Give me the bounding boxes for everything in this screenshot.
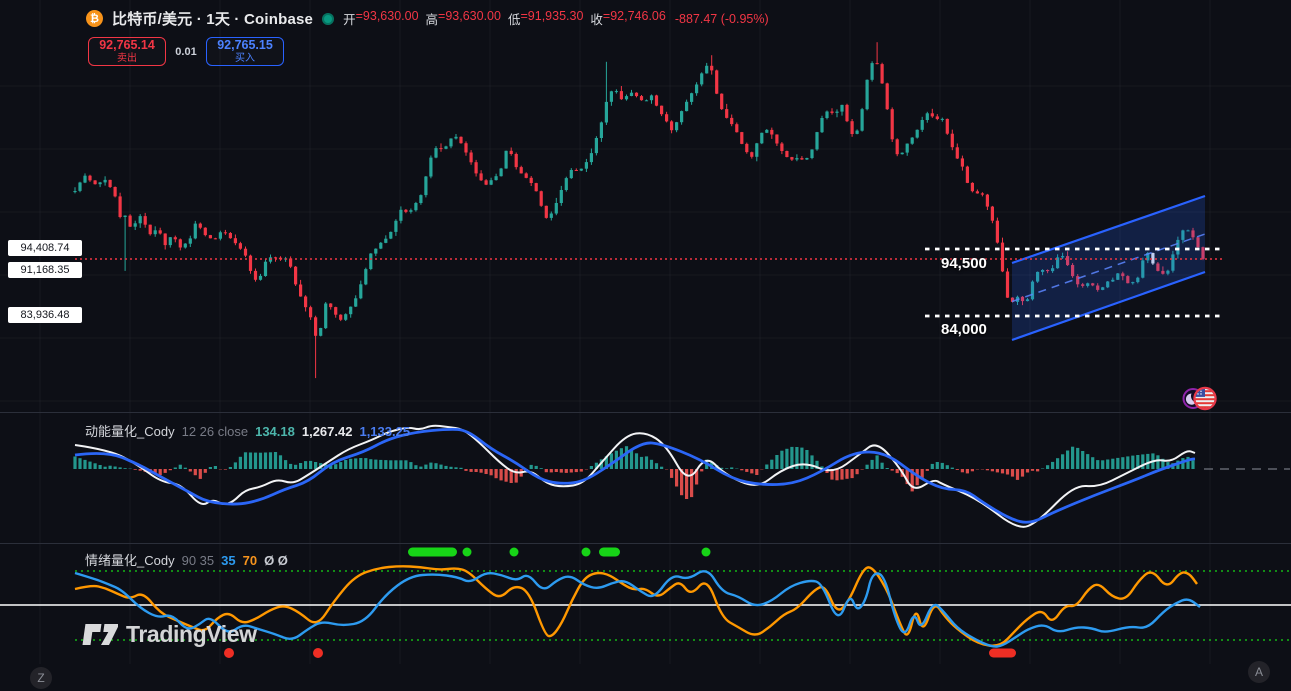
high-value: =93,630.00 bbox=[438, 9, 501, 28]
sell-label: 卖出 bbox=[117, 53, 137, 64]
sentiment-pane-header: 情绪量化_Cody 90 35 35 70 Ø Ø bbox=[85, 550, 288, 569]
tradingview-logo[interactable]: TradingView bbox=[82, 620, 257, 648]
buy-price: 92,765.15 bbox=[217, 39, 273, 53]
order-panel: 92,765.14 卖出 0.01 92,765.15 买入 bbox=[88, 37, 284, 66]
signal-line bbox=[75, 429, 1195, 522]
buy-label: 买入 bbox=[235, 53, 255, 64]
ohlc-readout: 开=93,630.00 高=93,630.00 低=91,935.30 收=92… bbox=[343, 9, 666, 28]
momentum-macd-value: 1,267.42 bbox=[302, 424, 353, 439]
lower-level-label: 84,000 bbox=[941, 321, 987, 338]
hotkey-badge-a[interactable]: A bbox=[1248, 661, 1270, 683]
momentum-title[interactable]: 动能量化_Cody bbox=[85, 421, 175, 440]
momentum-params: 12 26 close bbox=[182, 424, 249, 439]
high-label: 高 bbox=[426, 9, 439, 28]
tradingview-logo-text: TradingView bbox=[126, 621, 257, 648]
price-alert-tag[interactable]: 94,408.74 bbox=[8, 240, 82, 256]
macd-line bbox=[75, 426, 1195, 527]
signal-markers bbox=[224, 548, 1016, 659]
momentum-histogram bbox=[73, 446, 1194, 499]
hotkey-badge-z[interactable]: Z bbox=[30, 667, 52, 689]
sentiment-param-blue: 35 bbox=[221, 553, 235, 568]
price-alert-tag[interactable]: 91,168.35 bbox=[8, 262, 82, 278]
open-label: 开 bbox=[343, 9, 356, 28]
sell-price: 92,765.14 bbox=[99, 39, 155, 53]
market-status-icon[interactable] bbox=[322, 13, 334, 25]
momentum-hist-value: 134.18 bbox=[255, 424, 295, 439]
tradingview-logo-icon bbox=[82, 620, 118, 648]
sentiment-params-gray: 90 35 bbox=[182, 553, 215, 568]
momentum-pane-header: 动能量化_Cody 12 26 close 134.18 1,267.42 1,… bbox=[85, 421, 410, 440]
sell-button[interactable]: 92,765.14 卖出 bbox=[88, 37, 166, 66]
price-alert-tag[interactable]: 83,936.48 bbox=[8, 307, 82, 323]
bitcoin-icon: ₿ bbox=[86, 10, 103, 27]
momentum-signal-value: 1,133.25 bbox=[359, 424, 410, 439]
buy-button[interactable]: 92,765.15 买入 bbox=[206, 37, 284, 66]
ascending-channel-drawing[interactable] bbox=[1012, 196, 1205, 340]
low-value: =91,935.30 bbox=[520, 9, 583, 28]
change-readout: -887.47 (-0.95%) bbox=[675, 12, 769, 26]
sentiment-title[interactable]: 情绪量化_Cody bbox=[85, 550, 175, 569]
low-label: 低 bbox=[508, 9, 521, 28]
spread-value: 0.01 bbox=[166, 46, 206, 58]
symbol-title[interactable]: 比特币/美元 · 1天 · Coinbase bbox=[112, 8, 313, 29]
us-flag-icon bbox=[1194, 388, 1215, 409]
tradingview-chart-window: ₿ 比特币/美元 · 1天 · Coinbase 开=93,630.00 高=9… bbox=[0, 0, 1291, 691]
close-value: =92,746.06 bbox=[603, 9, 666, 28]
market-session-icons[interactable] bbox=[1180, 385, 1218, 412]
close-label: 收 bbox=[590, 9, 603, 28]
upper-level-label: 94,500 bbox=[941, 255, 987, 272]
sentiment-params-extra: Ø Ø bbox=[264, 553, 288, 568]
open-value: =93,630.00 bbox=[356, 9, 419, 28]
symbol-header: ₿ 比特币/美元 · 1天 · Coinbase 开=93,630.00 高=9… bbox=[86, 8, 769, 29]
sentiment-param-orange: 70 bbox=[243, 553, 257, 568]
